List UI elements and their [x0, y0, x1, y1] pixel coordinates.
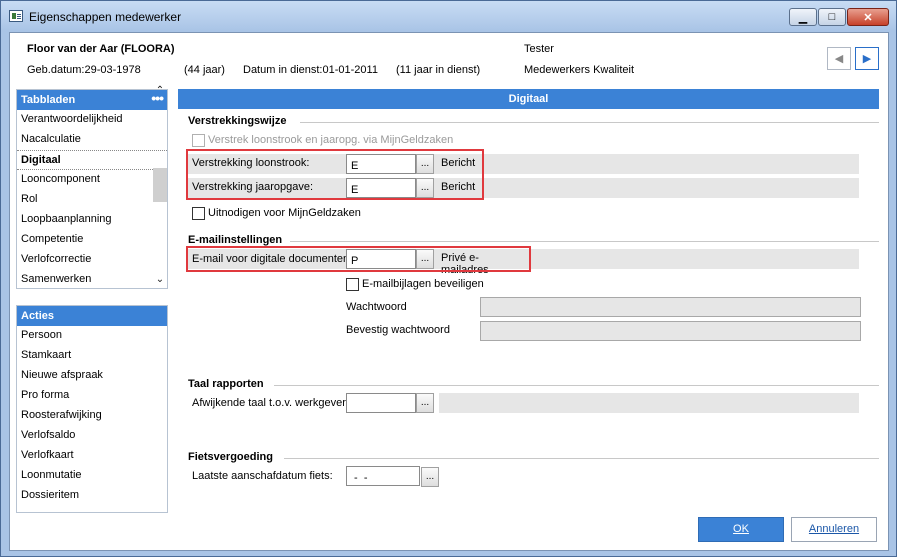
- confirm-password-field[interactable]: [480, 321, 861, 341]
- beveiligen-label: E-mailbijlagen beveiligen: [362, 278, 484, 290]
- app-icon: [9, 10, 23, 22]
- aanschafdatum-input[interactable]: [346, 466, 420, 486]
- tabbladen-title: Tabbladen: [21, 94, 76, 106]
- action-roosterafwijking[interactable]: Roosterafwijking: [17, 406, 167, 426]
- birth-date: Geb.datum:29-03-1978: [27, 64, 141, 76]
- mijngeldzaken-label: Verstrek loonstrook en jaaropg. via Mijn…: [208, 134, 454, 146]
- section-divider: [290, 241, 879, 242]
- tab-looncomponent[interactable]: Looncomponent: [17, 170, 167, 190]
- cancel-button[interactable]: Annuleren: [791, 517, 877, 542]
- action-nieuwe-afspraak[interactable]: Nieuwe afspraak: [17, 366, 167, 386]
- digitaal-panel-header: Digitaal: [178, 89, 879, 109]
- title-bar[interactable]: Eigenschappen medewerker ▁ □ ✕: [1, 1, 896, 31]
- scrollbar-thumb[interactable]: [153, 168, 167, 202]
- previous-employee-button[interactable]: ◀: [827, 47, 851, 70]
- date-picker-button[interactable]: ...: [421, 467, 439, 487]
- tab-competentie[interactable]: Competentie: [17, 230, 167, 250]
- window: Eigenschappen medewerker ▁ □ ✕ Floor van…: [0, 0, 897, 557]
- email-settings-title: E-mailinstellingen: [188, 234, 283, 246]
- minimize-button[interactable]: ▁: [789, 8, 817, 26]
- window-title: Eigenschappen medewerker: [29, 10, 182, 24]
- minimize-icon: ▁: [798, 11, 808, 24]
- action-loonmutatie[interactable]: Loonmutatie: [17, 466, 167, 486]
- action-stamkaart[interactable]: Stamkaart: [17, 346, 167, 366]
- employee-department: Medewerkers Kwaliteit: [524, 64, 635, 76]
- in-service-date: Datum in dienst:01-01-2011: [243, 64, 378, 76]
- action-dossieritem[interactable]: Dossieritem: [17, 486, 167, 506]
- employee-role: Tester: [524, 43, 554, 55]
- acties-panel: Acties Persoon Stamkaart Nieuwe afspraak…: [16, 305, 168, 513]
- acties-list: Persoon Stamkaart Nieuwe afspraak Pro fo…: [17, 326, 167, 506]
- employee-age: (44 jaar): [184, 64, 225, 76]
- tab-digitaal[interactable]: Digitaal: [17, 150, 167, 170]
- section-divider: [300, 122, 879, 123]
- tabbladen-panel: Tabbladen ••• Verantwoordelijkheid Nacal…: [16, 89, 168, 289]
- tab-rol[interactable]: Rol: [17, 190, 167, 210]
- acties-header: Acties: [17, 306, 167, 326]
- afwijkende-taal-description: [439, 393, 859, 413]
- action-persoon[interactable]: Persoon: [17, 326, 167, 346]
- chevron-left-icon: ◀: [834, 53, 844, 65]
- tab-loopbaanplanning[interactable]: Loopbaanplanning: [17, 210, 167, 230]
- acties-title: Acties: [21, 310, 55, 322]
- highlight-verstrekking-box: [186, 149, 484, 200]
- ok-button[interactable]: OK: [698, 517, 784, 542]
- scroll-up-icon[interactable]: ⌃: [152, 84, 168, 98]
- section-divider: [274, 385, 879, 386]
- confirm-password-label: Bevestig wachtwoord: [346, 324, 450, 336]
- maximize-icon: □: [828, 11, 836, 23]
- employee-name: Floor van der Aar (FLOORA): [27, 43, 175, 55]
- cancel-label: Annuleren: [808, 523, 860, 535]
- afwijkende-taal-input[interactable]: [346, 393, 416, 413]
- tab-verlofcorrectie[interactable]: Verlofcorrectie: [17, 250, 167, 270]
- chevron-right-icon: ▶: [862, 53, 872, 65]
- ok-label: OK: [733, 523, 749, 535]
- next-employee-button[interactable]: ▶: [855, 47, 879, 70]
- verstrekkingswijze-title: Verstrekkingswijze: [188, 115, 287, 127]
- tabbladen-scrollbar[interactable]: ⌃ ⌄: [152, 84, 168, 288]
- tab-nacalculatie[interactable]: Nacalculatie: [17, 130, 167, 150]
- dialog-body: Floor van der Aar (FLOORA) Geb.datum:29-…: [9, 32, 889, 551]
- maximize-button[interactable]: □: [818, 8, 846, 26]
- scroll-down-icon[interactable]: ⌄: [152, 273, 168, 287]
- aanschafdatum-label: Laatste aanschafdatum fiets:: [192, 470, 333, 482]
- close-button[interactable]: ✕: [847, 8, 889, 26]
- mijngeldzaken-checkbox[interactable]: [192, 134, 205, 147]
- tabbladen-header: Tabbladen •••: [17, 90, 167, 110]
- tab-verantwoordelijkheid[interactable]: Verantwoordelijkheid: [17, 110, 167, 130]
- tabbladen-list: Verantwoordelijkheid Nacalculatie Digita…: [17, 110, 167, 290]
- action-verlofkaart[interactable]: Verlofkaart: [17, 446, 167, 466]
- action-pro-forma[interactable]: Pro forma: [17, 386, 167, 406]
- service-years: (11 jaar in dienst): [396, 64, 481, 76]
- afwijkende-taal-lookup-button[interactable]: ...: [416, 393, 434, 413]
- password-label: Wachtwoord: [346, 301, 407, 313]
- taal-rapporten-title: Taal rapporten: [188, 378, 264, 390]
- uitnodigen-label: Uitnodigen voor MijnGeldzaken: [208, 207, 361, 219]
- afwijkende-taal-label: Afwijkende taal t.o.v. werkgever:: [192, 397, 349, 409]
- password-field[interactable]: [480, 297, 861, 317]
- fietsvergoeding-title: Fietsvergoeding: [188, 451, 273, 463]
- action-verlofsaldo[interactable]: Verlofsaldo: [17, 426, 167, 446]
- tab-samenwerken[interactable]: Samenwerken: [17, 270, 167, 290]
- uitnodigen-checkbox[interactable]: [192, 207, 205, 220]
- section-divider: [284, 458, 879, 459]
- beveiligen-checkbox[interactable]: [346, 278, 359, 291]
- highlight-email-box: [186, 246, 531, 272]
- close-icon: ✕: [863, 11, 873, 24]
